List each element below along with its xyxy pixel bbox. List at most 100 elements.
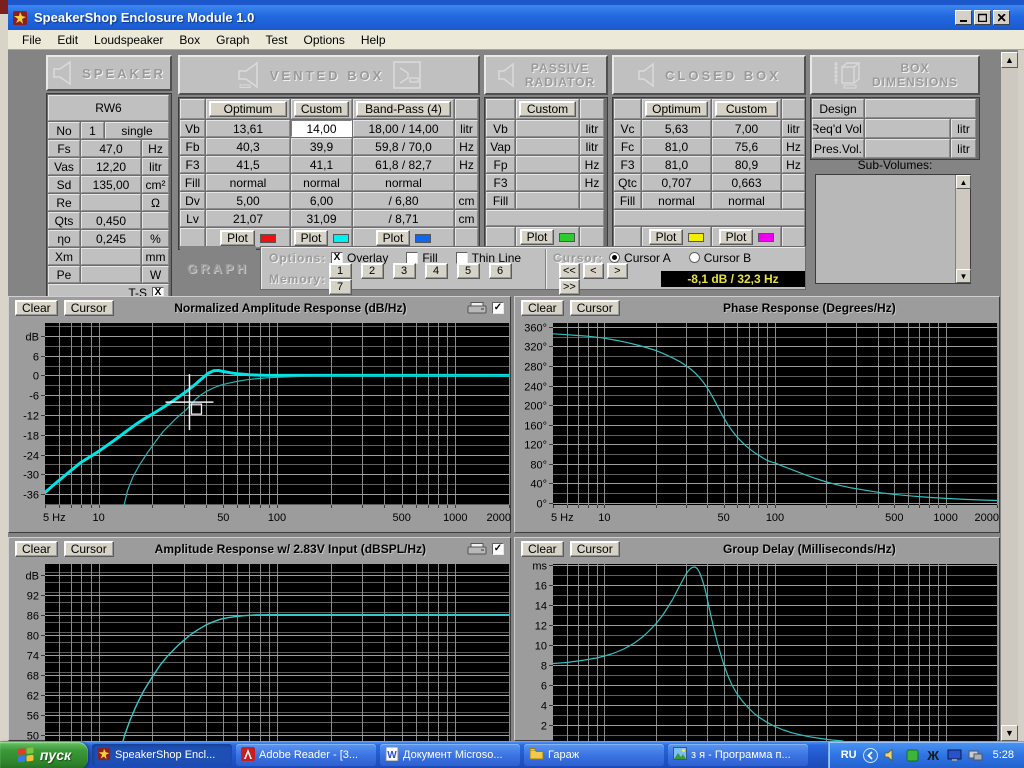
memory-button-2[interactable]: 2 bbox=[361, 263, 384, 279]
memory-button-5[interactable]: 5 bbox=[457, 263, 480, 279]
closed-value-field[interactable]: 0,663 bbox=[712, 174, 781, 191]
passive-value-field[interactable] bbox=[516, 156, 579, 173]
speaker-value-field[interactable]: 12,20 bbox=[81, 158, 141, 175]
main-vertical-scrollbar[interactable]: ▲ ▼ bbox=[1001, 52, 1018, 741]
printer-icon[interactable] bbox=[467, 543, 487, 556]
closed-value-field[interactable]: 7,00 bbox=[712, 120, 781, 137]
speaker-value-field[interactable]: 135,00 bbox=[81, 176, 141, 193]
speaker-config-value[interactable]: single bbox=[105, 122, 169, 139]
vented-column-button-band-pass-4-[interactable]: Band-Pass (4) bbox=[356, 101, 451, 117]
vented-value-field[interactable]: / 6,80 bbox=[353, 192, 454, 209]
pres-vol-field[interactable] bbox=[865, 139, 950, 158]
volume-icon[interactable] bbox=[884, 748, 899, 763]
vented-column-button-custom[interactable]: Custom bbox=[294, 101, 349, 117]
vented-value-field[interactable]: normal bbox=[291, 174, 352, 191]
speaker-value-field[interactable]: 0,245 bbox=[81, 230, 141, 247]
vented-plot-button[interactable]: Plot bbox=[294, 230, 329, 246]
printer-icon[interactable] bbox=[467, 302, 487, 315]
vented-value-field[interactable]: 41,1 bbox=[291, 156, 352, 173]
passive-column-button-custom[interactable]: Custom bbox=[519, 101, 576, 117]
scroll-down-icon[interactable]: ▼ bbox=[1001, 725, 1018, 741]
cursor-button[interactable]: Cursor bbox=[64, 300, 114, 316]
cursor-button[interactable]: Cursor bbox=[570, 300, 620, 316]
menu-item-edit[interactable]: Edit bbox=[49, 31, 86, 49]
task-item-image[interactable]: з я - Программа п... bbox=[668, 744, 808, 766]
cursor-step-back[interactable]: < bbox=[583, 263, 604, 279]
close-button[interactable] bbox=[993, 10, 1010, 25]
clear-button[interactable]: Clear bbox=[15, 541, 58, 557]
memory-button-4[interactable]: 4 bbox=[425, 263, 448, 279]
closed-value-field[interactable]: normal bbox=[712, 192, 781, 209]
vented-value-field[interactable]: normal bbox=[353, 174, 454, 191]
task-item-folder[interactable]: Гараж bbox=[524, 744, 664, 766]
vented-value-field[interactable]: 5,00 bbox=[206, 192, 290, 209]
normalized-amplitude-chart[interactable]: dB60-6-12-18-24-30-365 Hz105010050010002… bbox=[9, 319, 512, 534]
speaker-value-field[interactable] bbox=[81, 194, 141, 211]
print-checkbox[interactable]: ✓ bbox=[492, 543, 504, 555]
menu-item-box[interactable]: Box bbox=[171, 31, 208, 49]
passive-value-field[interactable] bbox=[516, 174, 579, 191]
spider-agent-icon[interactable]: Ж bbox=[926, 748, 941, 763]
vented-value-field[interactable]: 39,9 bbox=[291, 138, 352, 155]
clear-button[interactable]: Clear bbox=[15, 300, 58, 316]
passive-value-field[interactable] bbox=[516, 192, 579, 209]
phase-response-chart[interactable]: 360°320°280°240°200°160°120°80°40°0°5 Hz… bbox=[515, 319, 1001, 534]
clear-button[interactable]: Clear bbox=[521, 300, 564, 316]
menu-item-options[interactable]: Options bbox=[295, 31, 352, 49]
clear-button[interactable]: Clear bbox=[521, 541, 564, 557]
cursor-step-first[interactable]: << bbox=[559, 263, 580, 279]
closed-value-field[interactable]: 5,63 bbox=[642, 120, 711, 137]
menu-item-test[interactable]: Test bbox=[257, 31, 295, 49]
vented-value-field[interactable]: 61,8 / 82,7 bbox=[353, 156, 454, 173]
menu-item-help[interactable]: Help bbox=[353, 31, 394, 49]
scroll-up-icon[interactable]: ▲ bbox=[1001, 52, 1018, 68]
network-icon[interactable] bbox=[968, 748, 983, 763]
antivirus-icon[interactable] bbox=[905, 748, 920, 763]
vented-value-field[interactable]: 21,07 bbox=[206, 210, 290, 227]
display-settings-icon[interactable] bbox=[947, 748, 962, 763]
vented-column-button-optimum[interactable]: Optimum bbox=[209, 101, 287, 117]
speaker-value-field[interactable]: 47,0 bbox=[81, 140, 141, 157]
print-checkbox[interactable]: ✓ bbox=[492, 302, 504, 314]
closed-plot-button[interactable]: Plot bbox=[649, 229, 684, 245]
speaker-no-value[interactable]: 1 bbox=[81, 122, 104, 139]
vented-plot-button[interactable]: Plot bbox=[220, 230, 255, 246]
design-value-field[interactable] bbox=[865, 99, 976, 118]
closed-value-field[interactable]: 80,9 bbox=[712, 156, 781, 173]
radio-cursor-b[interactable]: Cursor B bbox=[689, 251, 751, 265]
closed-plot-button[interactable]: Plot bbox=[719, 229, 754, 245]
closed-column-button-optimum[interactable]: Optimum bbox=[645, 101, 708, 117]
vented-value-field[interactable]: 14,00 bbox=[291, 120, 352, 137]
sub-volumes-list[interactable]: ▲ ▼ bbox=[815, 174, 971, 284]
spl-amplitude-chart[interactable]: dB9286807468625650 bbox=[9, 560, 512, 741]
speaker-value-field[interactable] bbox=[81, 266, 141, 283]
closed-value-field[interactable]: 81,0 bbox=[642, 138, 711, 155]
task-item-adobe[interactable]: Adobe Reader - [3... bbox=[236, 744, 376, 766]
memory-button-1[interactable]: 1 bbox=[329, 263, 352, 279]
closed-column-button-custom[interactable]: Custom bbox=[715, 101, 778, 117]
passive-value-field[interactable] bbox=[516, 138, 579, 155]
language-indicator[interactable]: RU bbox=[841, 749, 857, 761]
cursor-button[interactable]: Cursor bbox=[570, 541, 620, 557]
start-button[interactable]: пуск bbox=[0, 742, 88, 768]
radio-icon[interactable] bbox=[689, 252, 700, 263]
vented-value-field[interactable]: / 8,71 bbox=[353, 210, 454, 227]
memory-button-3[interactable]: 3 bbox=[393, 263, 416, 279]
vented-value-field[interactable]: 31,09 bbox=[291, 210, 352, 227]
closed-value-field[interactable]: 0,707 bbox=[642, 174, 711, 191]
passive-value-field[interactable] bbox=[516, 120, 579, 137]
vented-value-field[interactable]: 18,00 / 14,00 bbox=[353, 120, 454, 137]
speaker-value-field[interactable]: 0,450 bbox=[81, 212, 141, 229]
maximize-button[interactable] bbox=[974, 10, 991, 25]
vented-value-field[interactable]: 6,00 bbox=[291, 192, 352, 209]
memory-button-7[interactable]: 7 bbox=[329, 279, 352, 295]
scroll-down-icon[interactable]: ▼ bbox=[956, 269, 971, 283]
menu-item-graph[interactable]: Graph bbox=[208, 31, 257, 49]
minimize-button[interactable] bbox=[955, 10, 972, 25]
reqd-vol-field[interactable] bbox=[865, 119, 950, 138]
scroll-up-icon[interactable]: ▲ bbox=[956, 175, 971, 189]
speaker-value-field[interactable] bbox=[81, 248, 141, 265]
closed-value-field[interactable]: 81,0 bbox=[642, 156, 711, 173]
radio-icon[interactable] bbox=[609, 252, 620, 263]
vented-value-field[interactable]: 59,8 / 70,0 bbox=[353, 138, 454, 155]
